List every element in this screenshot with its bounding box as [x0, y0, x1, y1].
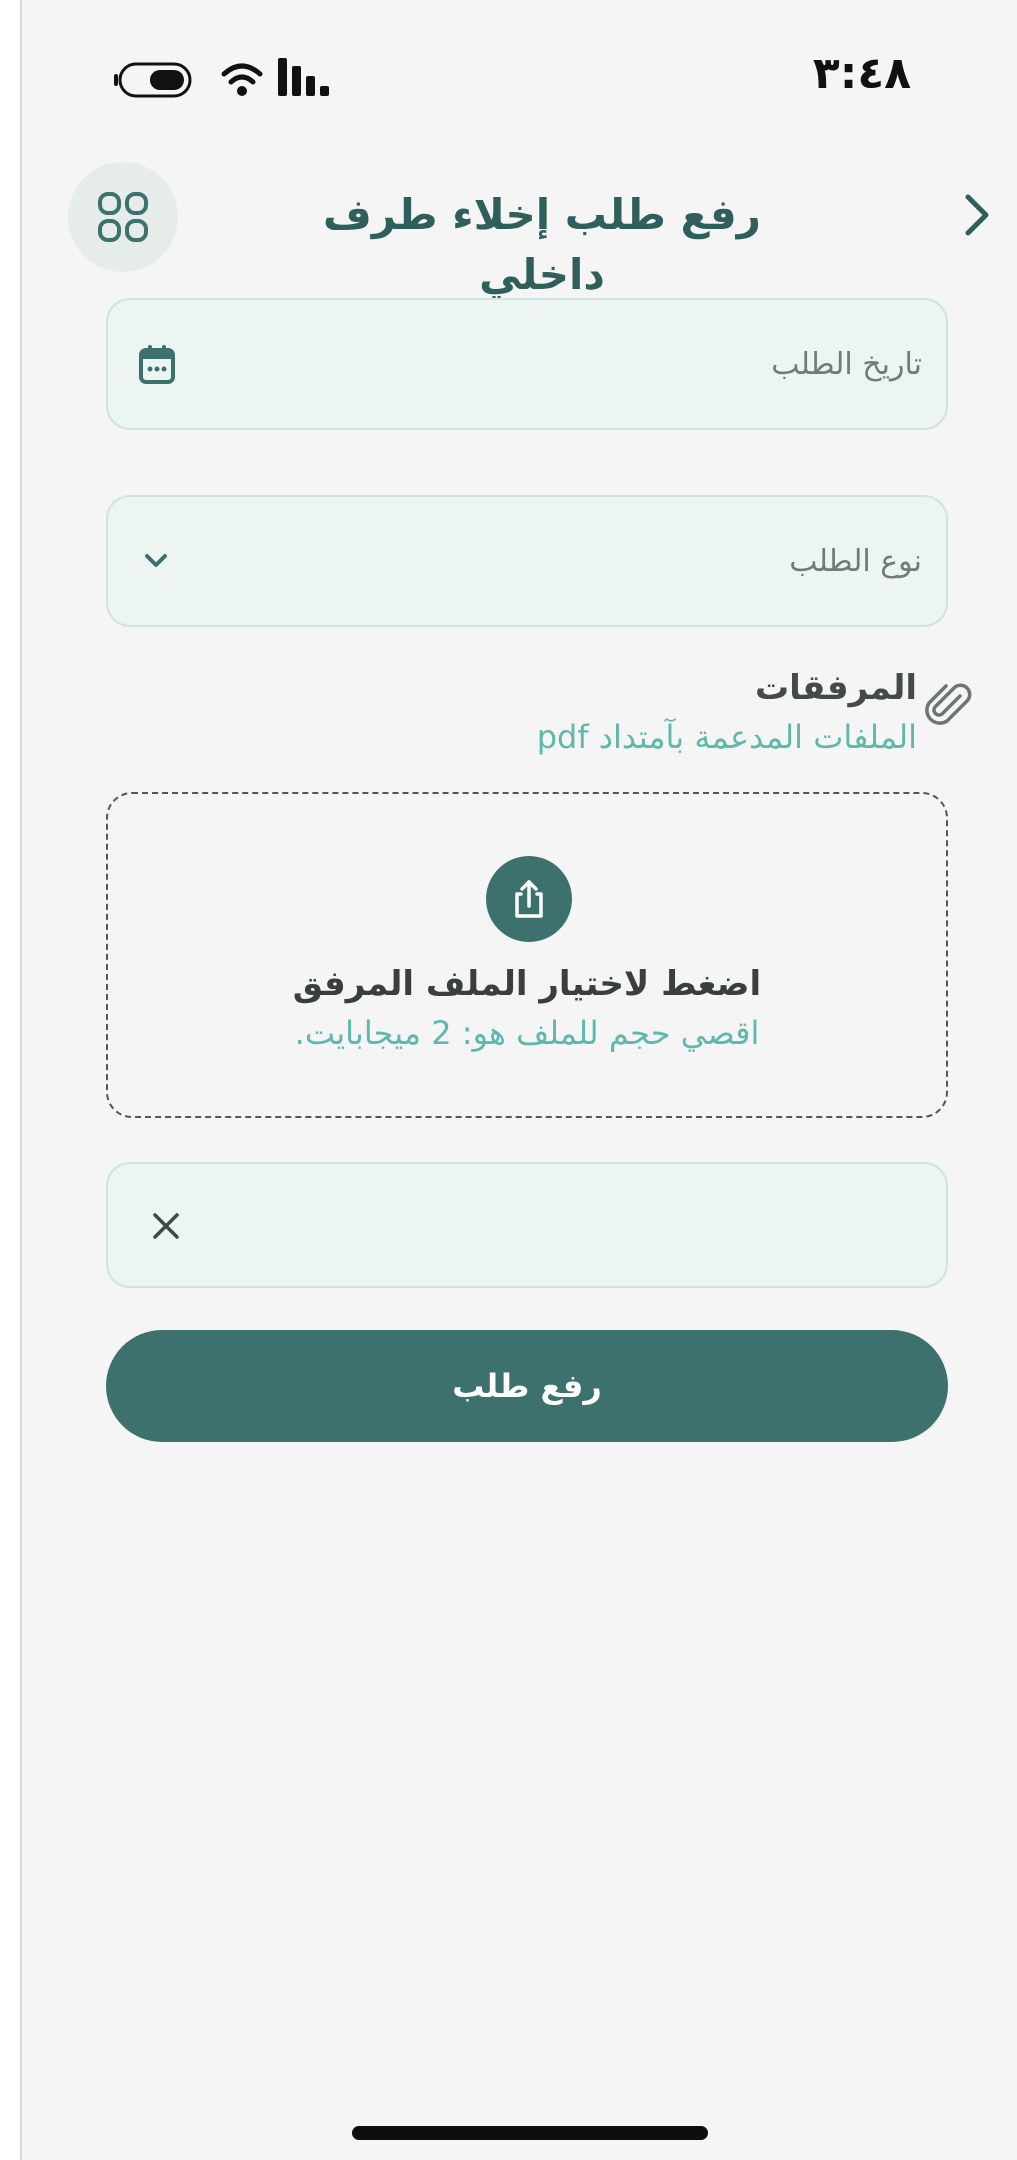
home-indicator[interactable] — [352, 2126, 708, 2140]
app-screen: ٣:٤٨ رفع طلب إخلاء طرف داخلي تاريخ الطلب — [20, 0, 1017, 2160]
calendar-icon[interactable] — [138, 300, 176, 428]
selected-file-box — [106, 1162, 948, 1288]
upload-icon — [515, 880, 543, 918]
paperclip-icon — [922, 680, 974, 732]
attachments-subtitle: الملفات المدعمة بآمتداد pdf — [536, 718, 917, 756]
wifi-icon — [220, 60, 264, 100]
signal-icon — [276, 54, 346, 100]
dropzone-subtitle: اقصي حجم للملف هو: 2 ميجابايت. — [294, 1014, 760, 1052]
request-date-field[interactable]: تاريخ الطلب — [106, 298, 948, 430]
battery-icon — [114, 60, 202, 100]
chevron-down-icon — [142, 497, 170, 625]
request-type-select[interactable]: نوع الطلب — [106, 495, 948, 627]
file-dropzone[interactable]: اضغط لاختيار الملف المرفق اقصي حجم للملف… — [106, 792, 948, 1118]
page-title: رفع طلب إخلاء طرف داخلي — [323, 190, 761, 299]
chevron-right-icon — [965, 194, 989, 236]
remove-file-button[interactable] — [138, 1198, 194, 1254]
request-date-placeholder: تاريخ الطلب — [771, 346, 922, 382]
dropzone-title: اضغط لاختيار الملف المرفق — [292, 964, 762, 1004]
upload-button[interactable] — [486, 856, 572, 942]
back-button[interactable] — [952, 185, 1002, 245]
request-type-placeholder: نوع الطلب — [789, 543, 922, 579]
menu-button[interactable] — [68, 162, 178, 272]
grid-icon — [98, 192, 148, 242]
submit-request-button[interactable]: رفع طلب — [106, 1330, 948, 1442]
status-time: ٣:٤٨ — [812, 48, 912, 99]
close-icon — [153, 1213, 179, 1239]
attachments-title: المرفقات — [754, 668, 917, 708]
